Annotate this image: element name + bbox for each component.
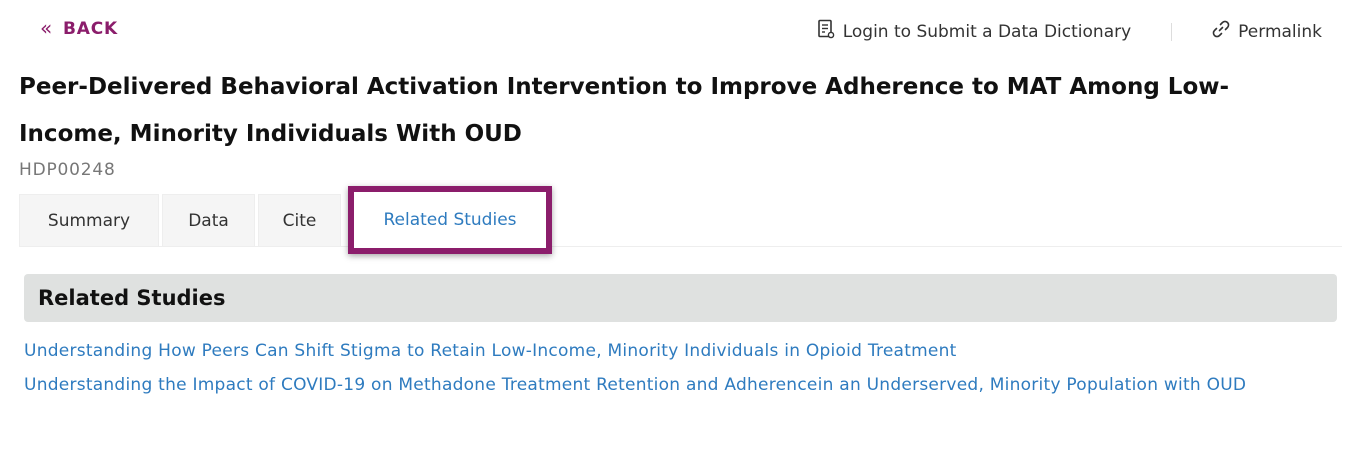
related-studies-list: Understanding How Peers Can Shift Stigma… [24, 337, 1324, 405]
related-study-link[interactable]: Understanding How Peers Can Shift Stigma… [24, 337, 1324, 366]
top-actions: Login to Submit a Data Dictionary Permal… [817, 19, 1322, 44]
document-icon [817, 19, 835, 44]
back-button[interactable]: « BACK [40, 16, 119, 40]
link-icon [1212, 20, 1230, 43]
tab-related-studies[interactable]: Related Studies [348, 186, 552, 254]
tab-bar: Summary Data Cite Related Studies [19, 186, 1342, 254]
permalink-link[interactable]: Permalink [1212, 20, 1322, 43]
study-page: « BACK Login to Submit a Data Dictionary [0, 0, 1362, 456]
permalink-label: Permalink [1238, 21, 1322, 42]
back-label: BACK [63, 19, 119, 39]
related-studies-header: Related Studies [24, 274, 1337, 322]
tab-label: Cite [282, 210, 317, 231]
divider [1171, 22, 1173, 41]
tab-label: Related Studies [383, 210, 517, 230]
tab-cite[interactable]: Cite [258, 194, 341, 246]
double-chevron-left-icon: « [40, 16, 54, 40]
tab-label: Summary [47, 210, 131, 231]
tab-summary[interactable]: Summary [19, 194, 159, 246]
tab-data[interactable]: Data [162, 194, 255, 246]
section-title: Related Studies [38, 286, 226, 310]
study-id: HDP00248 [19, 160, 116, 180]
related-study-link[interactable]: Understanding the Impact of COVID-19 on … [24, 371, 1324, 400]
login-submit-dictionary-link[interactable]: Login to Submit a Data Dictionary [817, 19, 1131, 44]
page-title: Peer-Delivered Behavioral Activation Int… [19, 74, 1230, 147]
login-label: Login to Submit a Data Dictionary [842, 21, 1132, 42]
tab-label: Data [188, 210, 229, 231]
